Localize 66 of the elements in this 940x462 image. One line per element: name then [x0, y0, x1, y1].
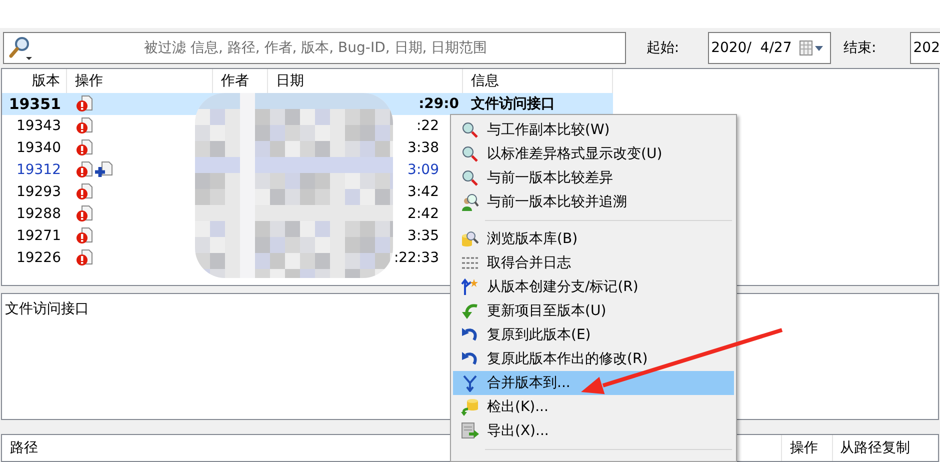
database-magnifier-icon [461, 230, 479, 248]
start-date-label: 起始: [646, 38, 680, 58]
message-cell: 文件访问接口 [471, 96, 555, 112]
column-header[interactable]: 信息 [471, 70, 499, 92]
revision-cell: 19343 [16, 118, 61, 134]
revision-cell: 19351 [8, 94, 61, 112]
modified-file-icon [76, 95, 94, 113]
search-icon[interactable] [8, 36, 32, 60]
menu-item[interactable]: 浏览版本库(B) [453, 227, 734, 251]
date-cell: 2:42 [408, 206, 439, 222]
database-arrow-icon [461, 398, 479, 416]
column-header[interactable]: 作者 [221, 70, 249, 92]
revision-cell: 19340 [16, 140, 61, 156]
modified-file-icon [76, 183, 94, 201]
start-date-field[interactable]: 2020/ 4/27 [708, 32, 831, 64]
end-date-label: 结束: [844, 38, 878, 58]
menu-item[interactable]: 与前一版本比较并追溯 [453, 190, 734, 214]
menu-item[interactable]: 取得合并日志 [453, 251, 734, 275]
filter-field[interactable]: 被过滤 信息, 路径, 作者, 版本, Bug-ID, 日期, 日期范围 [3, 32, 626, 64]
lines-icon [461, 254, 479, 272]
magnifier-icon [461, 145, 479, 163]
revision-cell: 19312 [16, 162, 61, 178]
date-cell: 3:38 [408, 140, 439, 156]
menu-item[interactable]: 检出(K)... [453, 395, 734, 419]
magnifier-icon [461, 121, 479, 139]
menu-item[interactable]: 复原到此版本(E) [453, 323, 734, 347]
menu-item[interactable]: 导出(X)... [453, 419, 734, 443]
calendar-dropdown-icon[interactable] [798, 40, 825, 56]
column-header[interactable]: 操作 [790, 438, 818, 458]
curved-arrow-icon [461, 302, 479, 320]
person-magnifier-icon [461, 193, 479, 211]
message-text: 文件访问接口 [5, 301, 89, 317]
column-header[interactable]: 路径 [10, 438, 38, 458]
date-cell: 3:35 [408, 228, 439, 244]
modified-file-icon [76, 161, 94, 179]
branch-star-icon [461, 278, 479, 296]
menu-item[interactable]: 更新项目至版本(U) [453, 299, 734, 323]
magnifier-icon [461, 169, 479, 187]
menu-item[interactable]: 从版本创建分支/标记(R) [453, 275, 734, 299]
end-date-field[interactable]: 202 [910, 32, 940, 64]
revision-cell: 19288 [16, 206, 61, 222]
column-header[interactable]: 版本 [32, 70, 60, 92]
column-header[interactable]: 日期 [276, 70, 304, 92]
revision-cell: 19293 [16, 184, 61, 200]
menu-item[interactable]: 与工作副本比较(W) [453, 118, 734, 142]
date-cell: :22 [416, 118, 439, 134]
menu-item[interactable]: 以标准差异格式显示改变(U) [453, 142, 734, 166]
modified-file-icon [76, 227, 94, 245]
revision-cell: 19271 [16, 228, 61, 244]
date-cell: 3:42 [408, 184, 439, 200]
modified-file-icon [76, 205, 94, 223]
date-cell: 3:09 [408, 162, 439, 178]
modified-file-icon [76, 139, 94, 157]
column-header[interactable]: 操作 [75, 70, 103, 92]
modified-file-icon [76, 117, 94, 135]
column-header[interactable]: 从路径复制 [840, 438, 910, 458]
added-file-icon [95, 161, 113, 179]
modified-file-icon [76, 249, 94, 267]
date-cell: :29:0 [418, 96, 459, 112]
menu-item[interactable]: 合并版本到... [453, 371, 734, 395]
revision-cell: 19226 [16, 250, 61, 266]
document-arrow-icon [461, 422, 479, 440]
date-cell: :22:33 [394, 250, 439, 266]
menu-item[interactable]: 复原此版本作出的修改(R) [453, 347, 734, 371]
merge-icon [461, 374, 479, 392]
menu-item[interactable]: 与前一版本比较差异 [453, 166, 734, 190]
